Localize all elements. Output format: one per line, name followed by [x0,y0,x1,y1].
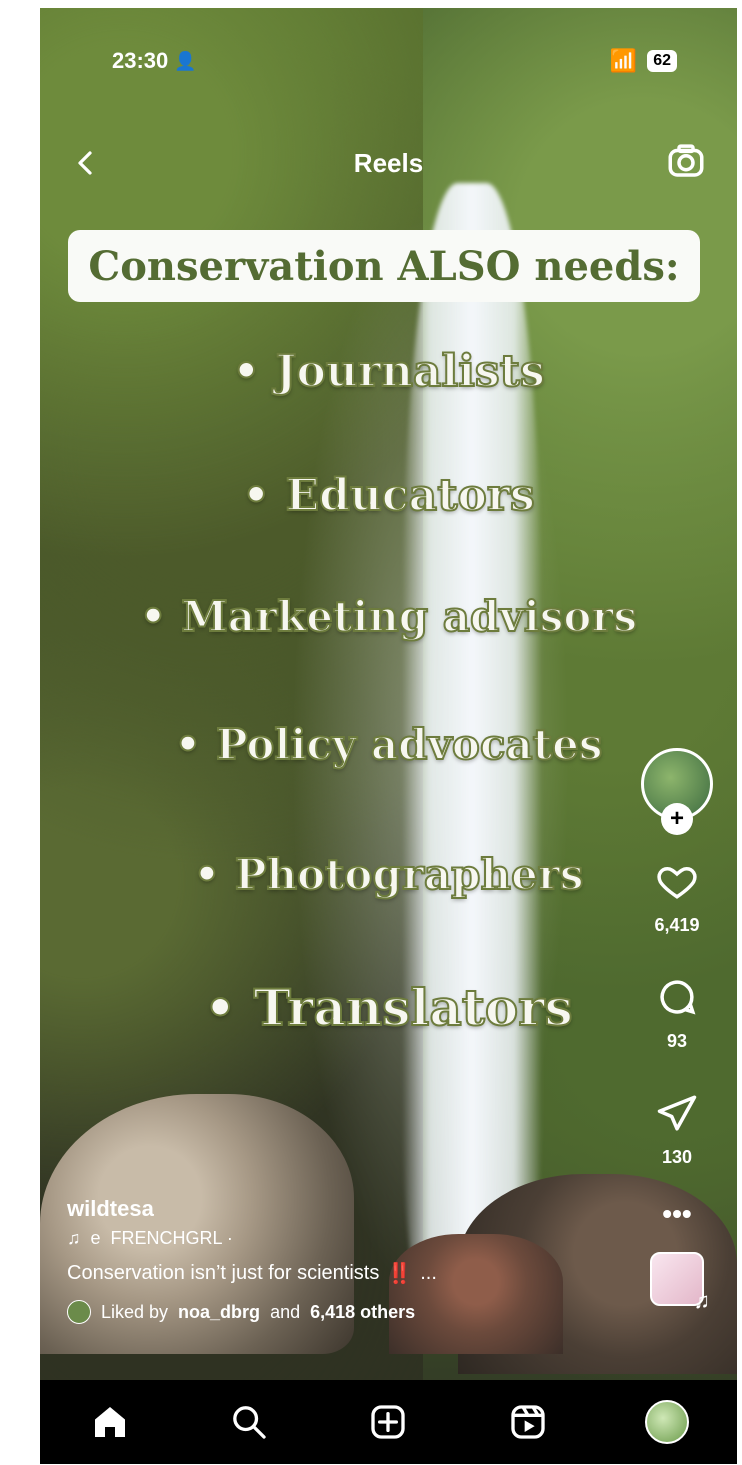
overlay-item-educators: • Educators [241,469,536,522]
liked-by-user[interactable]: noa_dbrg [178,1302,260,1323]
reels-icon[interactable] [508,1402,548,1442]
search-button[interactable] [225,1398,273,1446]
status-right: 📶 62 [610,48,677,74]
post-info: wildtesa ♫ e FRENCHGRL · Conservation is… [67,1196,617,1324]
top-nav: Reels [60,140,717,190]
battery: 62 [647,50,677,72]
profile-button[interactable] [643,1398,691,1446]
banner-text: Conservation ALSO needs: [88,242,680,290]
reels-button[interactable] [504,1398,552,1446]
audio-title: FRENCHGRL · [110,1228,233,1248]
caption-text: Conservation isn’t just for scientists [67,1262,380,1284]
wifi-icon: 📶 [609,48,638,73]
overlay-item-policy: • Policy advocates [174,719,604,770]
username[interactable]: wildtesa [67,1196,617,1222]
liked-by-mid: and [270,1301,301,1322]
overlay-banner: Conservation ALSO needs: [68,230,700,302]
comment-icon[interactable] [656,976,698,1018]
reel-viewer: 23:30 👤 📶 62 Reels Conservation ALSO nee… [40,8,737,1464]
music-note-icon: ♫ [67,1228,81,1248]
caption-more: ... [420,1262,437,1284]
action-rail: + 6,419 93 130 ••• ♫ [637,748,717,1313]
share-count: 130 [661,1147,693,1167]
caption-emoji: ‼️ [387,1263,413,1285]
caption[interactable]: Conservation isn’t just for scientists ‼… [67,1261,617,1286]
like-count: 6,419 [654,915,700,935]
person-icon: 👤 [174,50,197,71]
like-action[interactable]: 6,419 [637,860,717,936]
bottom-nav [40,1380,737,1464]
liked-by-prefix: Liked by [101,1301,169,1322]
share-action[interactable]: 130 [637,1092,717,1168]
audio-thumbnail[interactable]: ♫ [650,1252,710,1313]
overlay-item-photographers: • Photographers [192,849,584,900]
home-button[interactable] [86,1398,134,1446]
audio-prefix: e [90,1228,101,1248]
liked-avatar [67,1300,91,1324]
overlay-item-journalists: • Journalists [231,345,546,398]
home-icon[interactable] [90,1402,130,1442]
time-label: 23:30 [112,48,169,73]
comment-action[interactable]: 93 [637,976,717,1052]
search-icon[interactable] [229,1402,269,1442]
heart-icon[interactable] [656,860,698,902]
plus-square-icon[interactable] [368,1402,408,1442]
profile-avatar[interactable] [645,1400,690,1444]
page-title: Reels [353,148,424,178]
create-button[interactable] [364,1398,412,1446]
send-icon[interactable] [656,1092,698,1134]
status-time: 23:30 👤 [112,48,197,74]
camera-icon[interactable] [665,140,707,182]
music-note-icon: ♫ [693,1288,711,1313]
liked-by-row[interactable]: Liked by noa_dbrg and 6,418 others [67,1300,617,1324]
liked-by-count[interactable]: 6,418 others [310,1302,415,1323]
comment-count: 93 [666,1031,688,1051]
status-bar: 23:30 👤 📶 62 [112,46,677,76]
audio-row[interactable]: ♫ e FRENCHGRL · [67,1228,617,1249]
overlay-item-translators: • Translators [203,977,574,1038]
follow-plus-button[interactable]: + [661,803,693,835]
overlay-item-marketing: • Marketing advisors [139,591,638,642]
creator-avatar[interactable]: + [641,748,713,835]
more-icon[interactable]: ••• [637,1198,717,1230]
